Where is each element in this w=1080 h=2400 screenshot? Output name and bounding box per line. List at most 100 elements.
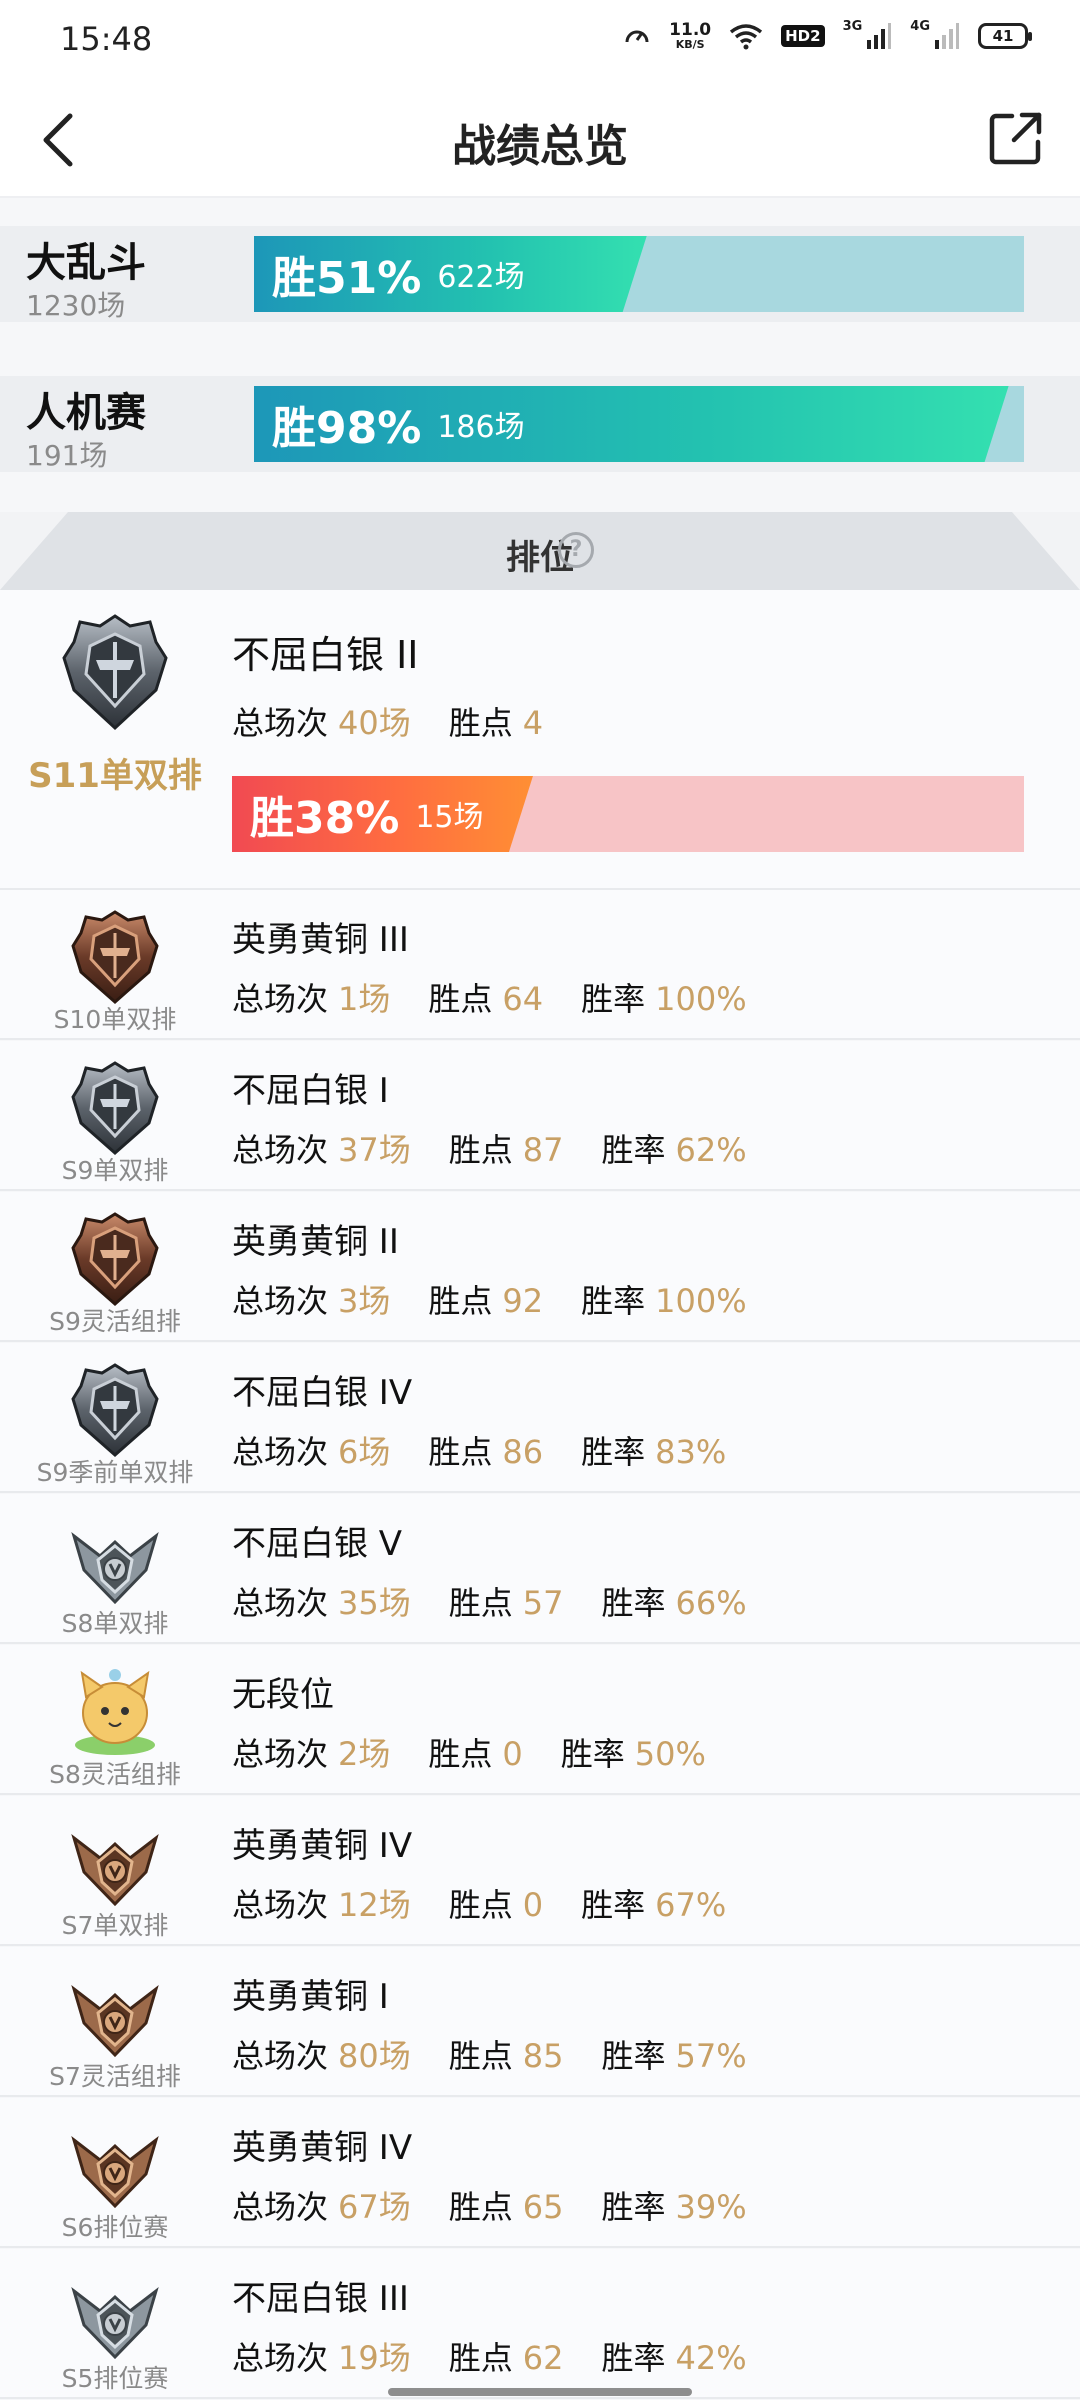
rank-title: 不屈白银 IV — [232, 1373, 413, 1413]
season-stats: 总场次 12场 胜点 0 胜率 67% — [232, 1880, 764, 1926]
points-value: 86 — [502, 1433, 544, 1471]
mode-name: 大乱斗 — [26, 240, 146, 286]
win-rate-bar: 胜38% 15场 — [232, 776, 1024, 852]
rate-value: 100% — [655, 1282, 747, 1320]
unranked-mascot-icon — [75, 1669, 155, 1755]
rate-label: 胜率 — [601, 2339, 666, 2377]
rate-label: 胜率 — [601, 1131, 666, 1169]
help-icon[interactable]: ? — [558, 532, 594, 568]
network-type-4g: 4G — [910, 18, 930, 34]
season-stats: 总场次 2场 胜点 0 胜率 50% — [232, 1729, 744, 1775]
rate-label: 胜率 — [581, 1433, 646, 1471]
rate-value: 39% — [675, 2188, 747, 2226]
season-stats: 总场次 40场 胜点 4 — [232, 698, 581, 744]
rank-title: 不屈白银 V — [232, 1524, 403, 1564]
season-label: S7灵活组排 — [49, 2062, 181, 2091]
win-rate-percent: 胜51% — [272, 253, 422, 304]
season-label: S6排位赛 — [61, 2213, 169, 2242]
total-label: 总场次 — [232, 1131, 329, 1169]
points-value: 62 — [522, 2339, 564, 2377]
win-rate-percent: 胜98% — [272, 403, 422, 454]
season-history-row[interactable]: S6排位赛 英勇黄铜 IV 总场次 67场 胜点 65 胜率 39% — [0, 2098, 1080, 2248]
win-rate-label: 胜98% 186场 — [272, 386, 525, 462]
points-label: 胜点 — [448, 1886, 513, 1924]
points-label: 胜点 — [428, 1433, 493, 1471]
status-time: 15:48 — [60, 20, 153, 58]
wifi-icon — [730, 24, 763, 50]
rank-title: 不屈白银 III — [232, 2279, 409, 2319]
total-label: 总场次 — [232, 2037, 329, 2075]
season-label: S9单双排 — [61, 1156, 169, 1185]
rank-title: 不屈白银 I — [232, 1071, 389, 1111]
rate-value: 57% — [675, 2037, 747, 2075]
section-title: 排位 — [506, 538, 574, 578]
bronze-rank-badge-icon — [71, 910, 159, 1004]
total-label: 总场次 — [232, 1886, 329, 1924]
season-stats: 总场次 35场 胜点 57 胜率 66% — [232, 1578, 785, 1624]
season-label: S11单双排 — [28, 756, 202, 796]
season-label: S8单双排 — [61, 1609, 169, 1638]
win-rate-label: 胜51% 622场 — [272, 236, 525, 312]
silver-rank-badge-icon — [62, 614, 168, 731]
rate-value: 62% — [675, 1131, 747, 1169]
home-indicator[interactable] — [388, 2388, 692, 2396]
rate-label: 胜率 — [601, 2037, 666, 2075]
rank-title: 英勇黄铜 IV — [232, 2128, 413, 2168]
season-history-row[interactable]: S10单双排 英勇黄铜 III 总场次 1场 胜点 64 胜率 100% — [0, 890, 1080, 1040]
win-games: 15场 — [415, 800, 484, 835]
rate-value: 83% — [655, 1433, 727, 1471]
season-label: S10单双排 — [53, 1005, 177, 1034]
speedometer-icon — [625, 30, 649, 43]
rank-title: 英勇黄铜 III — [232, 920, 409, 960]
bronze-winged-badge-icon — [71, 1833, 159, 1907]
season-history-row[interactable]: S9单双排 不屈白银 I 总场次 37场 胜点 87 胜率 62% — [0, 1041, 1080, 1191]
mode-count: 191场 — [26, 439, 108, 472]
season-history-row[interactable]: S9灵活组排 英勇黄铜 II 总场次 3场 胜点 92 胜率 100% — [0, 1192, 1080, 1342]
points-label: 胜点 — [428, 1282, 493, 1320]
share-external-icon[interactable] — [988, 110, 1044, 166]
rank-title: 无段位 — [232, 1675, 334, 1715]
total-value: 40场 — [338, 704, 411, 742]
points-label: 胜点 — [448, 2037, 513, 2075]
season-stats: 总场次 1场 胜点 64 胜率 100% — [232, 974, 785, 1020]
points-value: 85 — [522, 2037, 564, 2075]
points-label: 胜点 — [428, 1735, 493, 1773]
season-stats: 总场次 80场 胜点 85 胜率 57% — [232, 2031, 785, 2077]
bronze-winged-badge-icon — [71, 1984, 159, 2058]
network-speed: 11.0 KB/S — [669, 20, 712, 51]
total-label: 总场次 — [232, 1433, 329, 1471]
status-bar: 15:48 11.0 KB/S HD2 3G 4G 41 — [0, 0, 1080, 80]
season-history-row[interactable]: S7灵活组排 英勇黄铜 I 总场次 80场 胜点 85 胜率 57% — [0, 1947, 1080, 2097]
bronze-rank-badge-icon — [71, 1212, 159, 1306]
total-value: 6场 — [338, 1433, 391, 1471]
match-overview-page: 15:48 11.0 KB/S HD2 3G 4G 41 战绩总览 大乱斗 12… — [0, 0, 1080, 2400]
hd-voice-icon: HD2 — [781, 25, 825, 47]
season-label: S7单双排 — [61, 1911, 169, 1940]
silver-rank-badge-icon — [71, 1363, 159, 1457]
season-history-row[interactable]: S7单双排 英勇黄铜 IV 总场次 12场 胜点 0 胜率 67% — [0, 1796, 1080, 1946]
total-label: 总场次 — [232, 704, 329, 742]
season-history-row[interactable]: S8单双排 不屈白银 V 总场次 35场 胜点 57 胜率 66% — [0, 1494, 1080, 1644]
points-value: 57 — [522, 1584, 564, 1622]
points-value: 0 — [502, 1735, 523, 1773]
total-value: 1场 — [338, 980, 391, 1018]
signal-icon — [867, 23, 892, 49]
rank-title: 英勇黄铜 II — [232, 1222, 399, 1262]
points-label: 胜点 — [448, 2339, 513, 2377]
silver-winged-badge-icon — [71, 1531, 159, 1605]
total-label: 总场次 — [232, 2339, 329, 2377]
ranked-section-header: 排位 ? — [0, 512, 1080, 590]
rate-label: 胜率 — [581, 1282, 646, 1320]
total-value: 12场 — [338, 1886, 411, 1924]
season-history-row[interactable]: S5排位赛 不屈白银 III 总场次 19场 胜点 62 胜率 42% — [0, 2249, 1080, 2399]
total-value: 37场 — [338, 1131, 411, 1169]
current-season-card[interactable]: S11单双排 不屈白银 II 总场次 40场 胜点 4 胜38% 15场 — [0, 590, 1080, 890]
mode-row-aram[interactable]: 大乱斗 1230场 胜51% 622场 — [0, 226, 1080, 322]
season-history-row[interactable]: S8灵活组排 无段位 总场次 2场 胜点 0 胜率 50% — [0, 1645, 1080, 1795]
season-stats: 总场次 19场 胜点 62 胜率 42% — [232, 2333, 785, 2379]
rate-value: 67% — [655, 1886, 727, 1924]
rate-label: 胜率 — [601, 1584, 666, 1622]
total-value: 80场 — [338, 2037, 411, 2075]
mode-row-bot[interactable]: 人机赛 191场 胜98% 186场 — [0, 376, 1080, 472]
season-history-row[interactable]: S9季前单双排 不屈白银 IV 总场次 6场 胜点 86 胜率 83% — [0, 1343, 1080, 1493]
